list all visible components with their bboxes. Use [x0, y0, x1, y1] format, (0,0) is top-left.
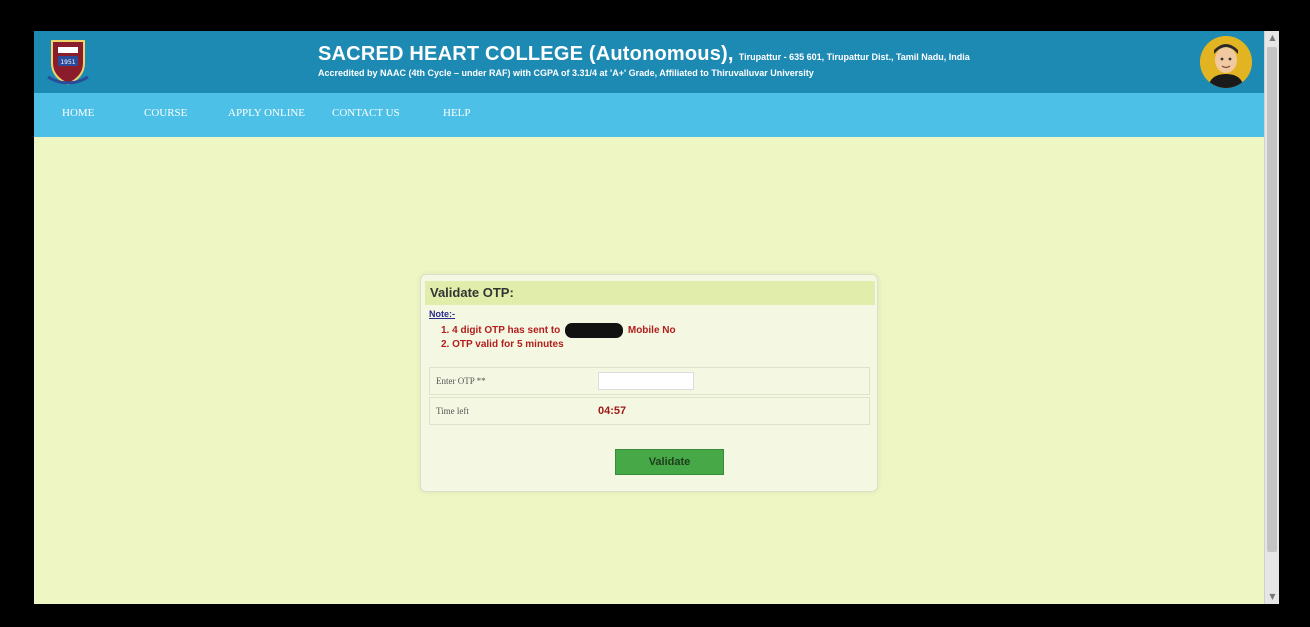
- svg-text:1951: 1951: [60, 59, 75, 66]
- college-address: Tirupattur - 635 601, Tirupattur Dist., …: [738, 52, 970, 62]
- college-name: SACRED HEART COLLEGE (Autonomous),: [318, 43, 734, 65]
- college-title: SACRED HEART COLLEGE (Autonomous), Tirup…: [318, 43, 1018, 66]
- site-header: 1951 SACRED HEART COLLEGE (Autonomous), …: [34, 31, 1264, 93]
- note-line-1: 1. 4 digit OTP has sent to Mobile No: [441, 323, 676, 338]
- note-line-1-prefix: 1. 4 digit OTP has sent to: [441, 325, 561, 337]
- scroll-thumb[interactable]: [1267, 47, 1277, 552]
- scroll-down-icon[interactable]: ▼: [1265, 590, 1280, 604]
- panel-title: Validate OTP:: [425, 281, 875, 305]
- time-left-value: 04:57: [598, 405, 627, 417]
- scroll-up-icon[interactable]: ▲: [1265, 31, 1280, 45]
- otp-panel: Validate OTP: Note:- 1. 4 digit OTP has …: [420, 274, 878, 492]
- otp-row: Enter OTP **: [429, 367, 870, 395]
- note-label: Note:-: [429, 309, 455, 319]
- main-nav: HOME COURSE APPLY ONLINE CONTACT US HELP: [34, 93, 1264, 137]
- time-left-label: Time left: [436, 406, 469, 416]
- nav-apply-online[interactable]: APPLY ONLINE: [228, 107, 305, 119]
- nav-home[interactable]: HOME: [62, 107, 94, 119]
- otp-label: Enter OTP **: [436, 376, 486, 386]
- otp-input[interactable]: [598, 372, 694, 390]
- person-portrait-icon: [1200, 36, 1252, 88]
- nav-help[interactable]: HELP: [443, 107, 471, 119]
- accreditation-text: Accredited by NAAC (4th Cycle – under RA…: [318, 68, 814, 78]
- nav-course[interactable]: COURSE: [144, 107, 187, 119]
- nav-contact-us[interactable]: CONTACT US: [332, 107, 400, 119]
- validate-button[interactable]: Validate: [615, 449, 724, 475]
- redacted-number: [565, 323, 624, 338]
- vertical-scrollbar[interactable]: ▲ ▼: [1264, 31, 1279, 604]
- time-left-row: Time left 04:57: [429, 397, 870, 425]
- note-line-2: 2. OTP valid for 5 minutes: [441, 339, 564, 350]
- college-crest-icon[interactable]: 1951: [46, 37, 90, 87]
- browser-viewport: 1951 SACRED HEART COLLEGE (Autonomous), …: [34, 31, 1264, 604]
- note-line-1-suffix: Mobile No: [627, 325, 676, 337]
